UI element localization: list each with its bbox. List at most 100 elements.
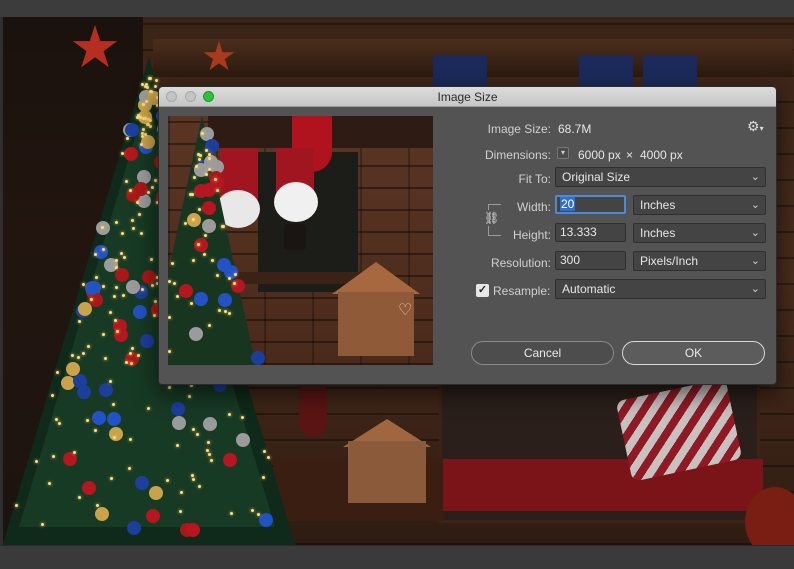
tree-light — [77, 355, 81, 359]
resample-checkbox[interactable]: ✓ — [476, 284, 489, 297]
preview-light — [227, 311, 231, 315]
preview-stocking-fur — [274, 182, 318, 222]
cancel-button[interactable]: Cancel — [471, 341, 614, 365]
tree-light — [146, 191, 150, 195]
dimensions-separator: × — [626, 148, 634, 162]
preview-light — [191, 217, 195, 221]
resolution-label: Resolution: — [490, 256, 551, 270]
tree-light — [55, 417, 59, 421]
ornament — [109, 427, 124, 442]
height-unit-value: Inches — [640, 226, 676, 240]
tree-light — [191, 428, 195, 432]
ornament — [94, 507, 109, 522]
preview-tree — [168, 116, 256, 365]
tree-light — [103, 357, 107, 361]
ornament — [141, 269, 156, 284]
app-top-bar — [0, 0, 794, 17]
dimensions-height: 4000 px — [640, 148, 683, 162]
preview-gingerbread-roof — [332, 262, 420, 294]
ornament — [85, 280, 99, 295]
chevron-down-icon: ⌄ — [750, 199, 760, 211]
chevron-down-icon[interactable]: ▾ — [557, 147, 569, 159]
tree-light — [119, 251, 123, 255]
tree-light — [227, 412, 231, 416]
ornament — [132, 305, 147, 320]
stocking — [299, 387, 327, 437]
tree-light — [136, 113, 140, 117]
tree-light — [148, 118, 152, 122]
tree-light — [73, 450, 77, 454]
preview-light — [175, 294, 179, 298]
image-size-label: Image Size: — [487, 122, 551, 136]
tree-light — [57, 421, 61, 425]
ornament — [76, 384, 91, 399]
tree-light — [114, 318, 118, 322]
preview-light — [233, 272, 237, 276]
chevron-down-icon: ⌄ — [750, 283, 760, 295]
preview-light — [173, 281, 177, 285]
chevron-down-icon: ⌄ — [750, 171, 760, 183]
preview-light — [232, 281, 236, 285]
preview-ornament — [217, 292, 232, 307]
width-value: 20 — [560, 197, 576, 211]
preview-light — [216, 273, 220, 277]
fit-to-select[interactable]: Original Size ⌄ — [555, 167, 766, 187]
tree-light — [128, 188, 132, 192]
tree-light — [261, 476, 265, 480]
tree-light — [81, 351, 85, 355]
preview-ornament — [209, 174, 224, 189]
preview-light — [205, 148, 209, 152]
width-unit-select[interactable]: Inches ⌄ — [633, 195, 766, 215]
tree-light — [109, 476, 113, 480]
heart-icon: ♡ — [398, 302, 413, 319]
resample-value: Automatic — [562, 282, 616, 296]
window-cushion — [435, 459, 763, 511]
width-unit-value: Inches — [640, 198, 676, 212]
dialog-titlebar[interactable]: Image Size — [159, 87, 776, 107]
preview-ornament — [188, 326, 203, 341]
ornament — [77, 301, 92, 316]
ornament — [149, 485, 164, 500]
tree-light — [94, 252, 98, 256]
ornament — [114, 267, 129, 282]
tree-light — [136, 353, 140, 357]
ornament — [172, 415, 187, 430]
gingerbread-house — [348, 441, 426, 503]
tree-light — [190, 474, 194, 478]
ornament — [134, 476, 149, 490]
tree-light — [125, 137, 129, 141]
dimensions-label: Dimensions: — [484, 148, 551, 162]
tree-light — [240, 416, 244, 420]
preview-light — [192, 175, 196, 179]
tree-light — [115, 329, 119, 333]
height-input[interactable]: 13.333 — [555, 223, 626, 242]
preview-light — [207, 156, 211, 160]
width-input[interactable]: 20 — [555, 195, 626, 214]
preview-light — [168, 349, 171, 353]
preview-light — [168, 315, 171, 319]
tree-light — [188, 394, 192, 398]
height-unit-select[interactable]: Inches ⌄ — [633, 223, 766, 243]
resolution-input[interactable]: 300 — [555, 251, 626, 270]
gear-icon[interactable]: ⚙▾ — [747, 118, 764, 135]
resolution-value: 300 — [560, 253, 581, 267]
resample-label: Resample: — [493, 284, 551, 298]
preview-light — [190, 301, 194, 305]
ornament — [223, 452, 238, 467]
checkmark-icon: ✓ — [477, 284, 488, 296]
ornament — [139, 333, 154, 348]
tree-light — [207, 452, 211, 456]
preview-ornament — [204, 154, 219, 169]
preview-light — [204, 172, 208, 176]
resolution-unit-select[interactable]: Pixels/Inch ⌄ — [633, 251, 766, 271]
ornament — [99, 382, 114, 397]
ok-button[interactable]: OK — [622, 341, 765, 365]
height-value: 13.333 — [560, 225, 597, 239]
tree-light — [155, 78, 159, 82]
tree-light — [153, 84, 157, 88]
tree-light — [114, 265, 118, 269]
resample-select[interactable]: Automatic ⌄ — [555, 279, 766, 299]
app-bottom-bar — [0, 545, 794, 569]
image-preview[interactable]: ♡ — [168, 116, 433, 365]
width-label: Width: — [516, 200, 551, 214]
